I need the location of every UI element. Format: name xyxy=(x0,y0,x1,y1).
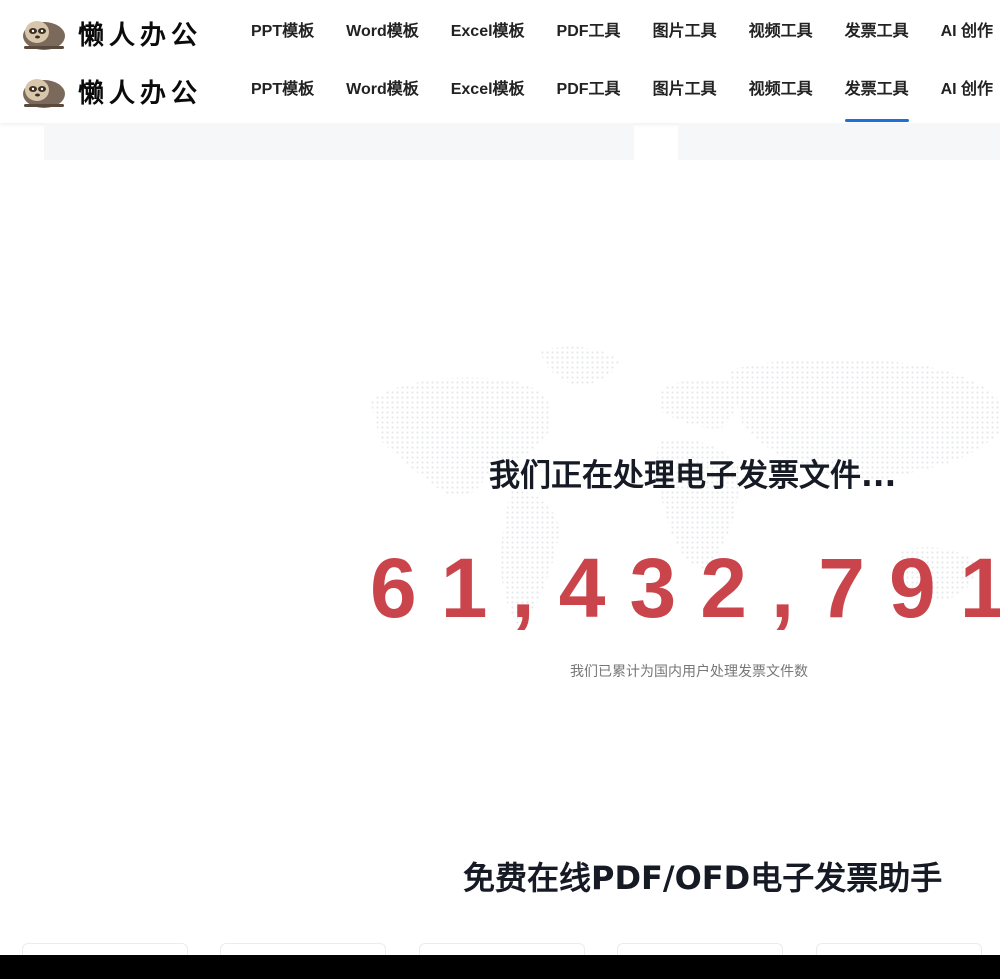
nav-item-ppt[interactable]: PPT模板 xyxy=(235,61,330,119)
nav-item-invoice[interactable]: 发票工具 xyxy=(829,3,925,61)
content-panel-right xyxy=(678,123,1000,160)
sticky-header: 懒人办公 PPT模板 Word模板 Excel模板 PDF工具 图片工具 视频工… xyxy=(0,61,1000,123)
brand-name: 懒人办公 xyxy=(78,78,203,109)
sloth-icon xyxy=(23,79,65,108)
nav-item-pdf[interactable]: PDF工具 xyxy=(541,61,637,119)
logo[interactable]: 懒人办公 xyxy=(20,13,202,53)
nav-item-ai[interactable]: AI 创作 xyxy=(925,3,1000,61)
nav-item-word[interactable]: Word模板 xyxy=(330,3,435,61)
nav-item-video[interactable]: 视频工具 xyxy=(733,3,829,61)
brand-name: 懒人办公 xyxy=(78,20,203,51)
main-nav: PPT模板 Word模板 Excel模板 PDF工具 图片工具 视频工具 发票工… xyxy=(235,61,1000,122)
processing-headline: 我们正在处理电子发票文件... xyxy=(489,458,897,494)
nav-item-invoice[interactable]: 发票工具 xyxy=(829,61,925,122)
nav-item-excel[interactable]: Excel模板 xyxy=(435,61,541,119)
top-header-ghost: 懒人办公 PPT模板 Word模板 Excel模板 PDF工具 图片工具 视频工… xyxy=(0,3,1000,61)
counter-caption: 我们已累计为国内用户处理发票文件数 xyxy=(570,664,808,680)
main-nav: PPT模板 Word模板 Excel模板 PDF工具 图片工具 视频工具 发票工… xyxy=(235,3,1000,61)
nav-item-word[interactable]: Word模板 xyxy=(330,61,435,119)
nav-item-image[interactable]: 图片工具 xyxy=(637,61,733,119)
nav-item-ai[interactable]: AI 创作 xyxy=(925,61,1000,119)
bottom-bar xyxy=(0,955,1000,979)
nav-item-ppt[interactable]: PPT模板 xyxy=(235,3,330,61)
nav-item-image[interactable]: 图片工具 xyxy=(637,3,733,61)
section-title: 免费在线PDF/OFD电子发票助手 xyxy=(463,859,943,897)
nav-item-excel[interactable]: Excel模板 xyxy=(435,3,541,61)
nav-item-video[interactable]: 视频工具 xyxy=(733,61,829,119)
logo[interactable]: 懒人办公 xyxy=(20,71,202,111)
nav-item-pdf[interactable]: PDF工具 xyxy=(541,3,637,61)
content-panel-left xyxy=(44,123,634,160)
sloth-icon xyxy=(23,21,65,50)
processed-file-counter: 61,432,791 xyxy=(370,541,1000,635)
